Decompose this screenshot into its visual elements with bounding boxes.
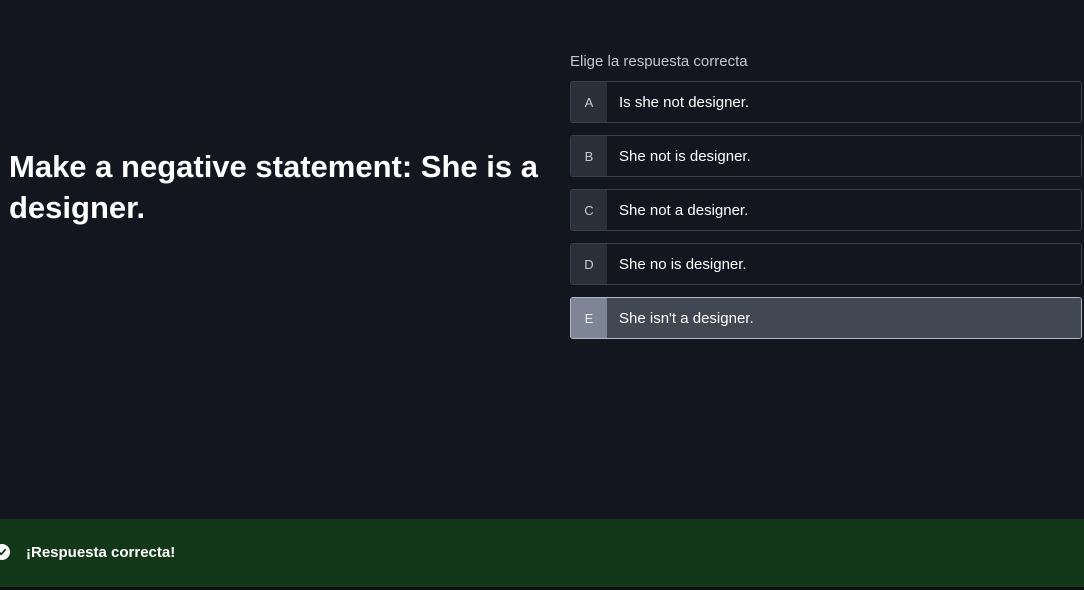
- option-text: She isn't a designer.: [607, 298, 1081, 338]
- option-d[interactable]: D She no is designer.: [570, 243, 1082, 285]
- option-letter: A: [571, 82, 607, 122]
- question-text: Make a negative statement: She is a desi…: [9, 149, 538, 225]
- option-letter: C: [571, 190, 607, 230]
- option-text: Is she not designer.: [607, 82, 1081, 122]
- option-c[interactable]: C She not a designer.: [570, 189, 1082, 231]
- answer-prompt: Elige la respuesta correcta: [570, 53, 748, 70]
- feedback-bar: ¡Respuesta correcta!: [0, 519, 1084, 587]
- option-e[interactable]: E She isn't a designer.: [570, 297, 1082, 339]
- answer-options: Elige la respuesta correcta A Is she not…: [570, 52, 1082, 351]
- option-a[interactable]: A Is she not designer.: [570, 81, 1082, 123]
- option-text: She not is designer.: [607, 136, 1081, 176]
- option-text: She not a designer.: [607, 190, 1081, 230]
- option-letter: E: [571, 298, 607, 338]
- option-letter: B: [571, 136, 607, 176]
- option-letter: D: [571, 244, 607, 284]
- option-text: She no is designer.: [607, 244, 1081, 284]
- check-circle-icon: [0, 544, 10, 560]
- feedback-message: ¡Respuesta correcta!: [26, 544, 176, 561]
- option-b[interactable]: B She not is designer.: [570, 135, 1082, 177]
